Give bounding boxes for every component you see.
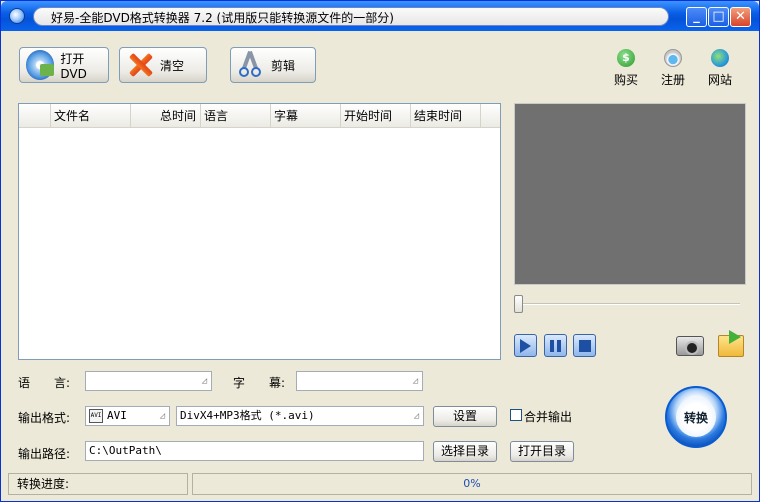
file-list-header: 文件名 总时间 语言 字幕 开始时间 结束时间 bbox=[19, 104, 500, 128]
subtitle-select[interactable]: ◿ bbox=[296, 371, 423, 391]
output-format-type-value: AVI bbox=[107, 409, 127, 422]
column-header-filename[interactable]: 文件名 bbox=[51, 104, 131, 128]
convert-button[interactable]: 转换 bbox=[665, 386, 727, 448]
output-format-type-select[interactable]: AVI AVI ◿ bbox=[85, 406, 170, 426]
maximize-button[interactable]: □ bbox=[708, 7, 729, 27]
open-dvd-label: 打开DVD bbox=[60, 51, 87, 81]
choose-directory-button[interactable]: 选择目录 bbox=[433, 441, 497, 462]
app-icon[interactable] bbox=[9, 8, 25, 24]
camera-icon[interactable] bbox=[676, 336, 704, 356]
settings-button[interactable]: 设置 bbox=[433, 406, 497, 427]
window-title: 好易-全能DVD格式转换器 7.2 (试用版只能转换源文件的一部分) bbox=[51, 11, 394, 25]
video-preview bbox=[514, 103, 746, 285]
progress-label: 转换进度: bbox=[8, 473, 188, 495]
open-directory-button[interactable]: 打开目录 bbox=[510, 441, 574, 462]
progress-bar: 0% bbox=[192, 473, 752, 495]
convert-label: 转换 bbox=[683, 410, 708, 425]
clear-button[interactable]: 清空 bbox=[119, 47, 207, 83]
toolbar: 打开DVD 清空 剪辑 $ 购买 注册 网站 bbox=[1, 31, 759, 99]
globe-icon bbox=[711, 49, 729, 67]
seek-slider-track[interactable] bbox=[518, 303, 740, 305]
play-button[interactable] bbox=[514, 334, 537, 357]
open-dvd-button[interactable]: 打开DVD bbox=[19, 47, 109, 83]
close-button[interactable]: ✕ bbox=[730, 7, 751, 27]
play-icon bbox=[520, 338, 531, 353]
buy-link[interactable]: $ 购买 bbox=[606, 49, 646, 88]
subtitle-label: 字 幕: bbox=[233, 376, 286, 390]
scissors-icon bbox=[237, 50, 263, 79]
buy-label: 购买 bbox=[613, 73, 638, 87]
language-label: 语 言: bbox=[18, 376, 71, 390]
register-label: 注册 bbox=[660, 73, 685, 87]
column-header-subtitle[interactable]: 字幕 bbox=[271, 104, 341, 128]
output-path-label: 输出路径: bbox=[18, 447, 71, 461]
merge-output-label[interactable]: 合并输出 bbox=[524, 408, 572, 425]
status-bar: 转换进度: 0% bbox=[4, 473, 756, 495]
column-header-total-time[interactable]: 总时间 bbox=[131, 104, 201, 128]
column-header-language[interactable]: 语言 bbox=[201, 104, 271, 128]
app-window: 好易-全能DVD格式转换器 7.2 (试用版只能转换源文件的一部分) _ □ ✕… bbox=[0, 0, 760, 502]
title-bar: 好易-全能DVD格式转换器 7.2 (试用版只能转换源文件的一部分) _ □ ✕ bbox=[1, 1, 759, 31]
convert-icon: 转换 bbox=[676, 397, 716, 437]
lock-icon bbox=[664, 49, 682, 67]
dropdown-arrow-icon: ◿ bbox=[201, 376, 207, 386]
pause-button[interactable] bbox=[544, 334, 567, 357]
dropdown-arrow-icon: ◿ bbox=[159, 411, 165, 421]
dropdown-arrow-icon: ◿ bbox=[413, 411, 419, 421]
avi-file-icon: AVI bbox=[89, 409, 103, 423]
column-header-select[interactable] bbox=[19, 104, 51, 128]
merge-output-checkbox[interactable] bbox=[510, 409, 522, 421]
website-label: 网站 bbox=[707, 73, 732, 87]
stop-icon bbox=[578, 339, 591, 352]
file-list[interactable]: 文件名 总时间 语言 字幕 开始时间 结束时间 bbox=[18, 103, 501, 360]
output-format-detail-value: DivX4+MP3格式 (*.avi) bbox=[180, 409, 315, 422]
clip-button[interactable]: 剪辑 bbox=[230, 47, 316, 83]
dollar-icon: $ bbox=[617, 49, 635, 67]
stop-button[interactable] bbox=[573, 334, 596, 357]
output-path-input[interactable]: C:\OutPath\ bbox=[85, 441, 424, 461]
progress-text: 0% bbox=[463, 477, 481, 490]
output-format-detail-select[interactable]: DivX4+MP3格式 (*.avi) ◿ bbox=[176, 406, 424, 426]
dvd-disc-icon bbox=[26, 50, 55, 80]
output-format-label: 输出格式: bbox=[18, 411, 71, 425]
pause-icon bbox=[550, 339, 561, 352]
language-select[interactable]: ◿ bbox=[85, 371, 212, 391]
clip-label: 剪辑 bbox=[271, 58, 296, 73]
column-header-start-time[interactable]: 开始时间 bbox=[341, 104, 411, 128]
clear-label: 清空 bbox=[160, 58, 185, 73]
seek-slider-thumb[interactable] bbox=[514, 295, 523, 313]
dropdown-arrow-icon: ◿ bbox=[412, 376, 418, 386]
website-link[interactable]: 网站 bbox=[700, 49, 740, 88]
open-folder-icon[interactable] bbox=[718, 330, 744, 357]
minimize-button[interactable]: _ bbox=[686, 7, 707, 27]
register-link[interactable]: 注册 bbox=[653, 49, 693, 88]
red-x-icon bbox=[126, 51, 154, 79]
column-header-end-time[interactable]: 结束时间 bbox=[411, 104, 481, 128]
